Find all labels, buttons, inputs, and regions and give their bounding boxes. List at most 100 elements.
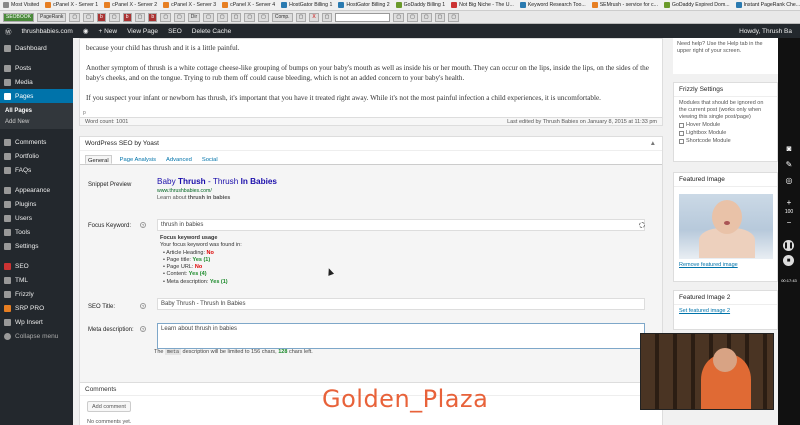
toolbar-icon-22[interactable]: ▢ (448, 12, 460, 22)
sidebar-item-pages[interactable]: Pages (0, 89, 73, 103)
bookmark-favicon-icon (519, 2, 526, 8)
seobook-button[interactable]: SEOBOOK (3, 12, 35, 22)
seo-title-input[interactable]: Baby Thrush - Thrush In Babies (157, 298, 645, 310)
toolbar-search-input[interactable] (335, 12, 391, 22)
toolbar-icon-2[interactable]: ▢ (83, 12, 94, 22)
toolbar-icon-1[interactable]: ▢ (69, 12, 81, 22)
meta-description-help-icon[interactable]: ? (140, 326, 146, 332)
frizzly-icon (4, 290, 11, 298)
sidebar-collapse-menu[interactable]: Collapse menu (0, 329, 73, 343)
focus-keyword-help-icon[interactable]: ? (140, 222, 146, 228)
page-editor-content[interactable]: because your child has thrush and it is … (79, 38, 663, 118)
yoast-box-header[interactable]: WordPress SEO by Yoast ▲ (80, 137, 662, 151)
toolbar-icon-19[interactable]: ▢ (407, 12, 418, 22)
toolbar-icon-9[interactable]: ▢ (174, 12, 185, 22)
new-link[interactable]: + New (93, 28, 122, 35)
sidebar-item-settings[interactable]: Settings (0, 239, 73, 253)
sidebar-item-faqs[interactable]: FAQs (0, 163, 73, 177)
toolbar-icon-16[interactable]: X (309, 12, 319, 22)
bookmark-item[interactable]: cPanel X - Server 1 (45, 2, 98, 8)
tab-general[interactable]: General (85, 155, 112, 164)
wp-insert-icon (4, 318, 11, 326)
camera-icon[interactable]: ◙ (782, 142, 796, 154)
focus-keyword-input[interactable]: thrush in babies (157, 219, 645, 231)
sidebar-item-srp-pro[interactable]: SRP PRO (0, 301, 73, 315)
remove-featured-image-link[interactable]: Remove featured image (679, 262, 772, 269)
sidebar-item-frizzly[interactable]: Frizzly (0, 287, 73, 301)
toolbar-icon-5[interactable]: b (122, 12, 132, 22)
submenu-all-pages[interactable]: All Pages (0, 105, 73, 116)
toolbar-icon-21[interactable]: ▢ (434, 12, 446, 22)
tab-social[interactable]: Social (200, 155, 220, 164)
bookmark-item[interactable]: GoDaddy Expired Dom... (663, 2, 730, 8)
sidebar-item-users[interactable]: Users (0, 211, 73, 225)
wordpress-logo-icon[interactable]: Ⓦ (0, 26, 17, 36)
toolbar-icon-3[interactable]: b (96, 12, 106, 22)
toolbar-icon-20[interactable]: ▢ (420, 12, 432, 22)
lightbox-module-checkbox[interactable]: Lightbox Module (679, 130, 772, 137)
toolbar-icon-18[interactable]: ▢ (393, 12, 405, 22)
bookmark-item[interactable]: cPanel X - Server 3 (163, 2, 216, 8)
toolbar-icon-15[interactable]: ▢ (295, 12, 307, 22)
sidebar-item-appearance[interactable]: Appearance (0, 183, 73, 197)
pagerank-button[interactable]: PageRank (37, 12, 67, 22)
toolbar-icon-12[interactable]: ▢ (230, 12, 242, 22)
bookmark-item[interactable]: cPanel X - Server 4 (222, 2, 275, 8)
toggle-arrow-icon[interactable]: ▲ (650, 140, 662, 147)
bookmark-item[interactable]: HostGator Billing 2 (338, 2, 390, 8)
zoom-out-icon[interactable]: − (782, 216, 796, 228)
toolbar-icon-6[interactable]: ▢ (134, 12, 146, 22)
howdy-user-link[interactable]: Howdy, Thrush Ba (734, 28, 800, 35)
shortcode-module-checkbox[interactable]: Shortcode Module (679, 138, 772, 145)
sidebar-item-portfolio[interactable]: Portfolio (0, 149, 73, 163)
site-name-link[interactable]: thrushbabies.com (17, 28, 78, 35)
tab-page-analysis[interactable]: Page Analysis (118, 155, 158, 164)
seo-title-help-icon[interactable]: ? (140, 303, 146, 309)
comp-button[interactable]: Comp. (271, 12, 293, 22)
featured-image-thumbnail[interactable] (679, 194, 773, 259)
seo-link[interactable]: SEO (163, 28, 187, 35)
bookmark-item[interactable]: SEMrush - service for c... (591, 2, 658, 8)
comments-icon[interactable]: ◉ (78, 27, 94, 35)
yoast-seo-box: WordPress SEO by Yoast ▲ General Page An… (79, 136, 663, 413)
toolbar-icon-11[interactable]: ▢ (216, 12, 228, 22)
dir-button[interactable]: Dir (187, 12, 201, 22)
sidebar-item-seo[interactable]: SEO (0, 259, 73, 273)
stop-icon[interactable]: ■ (783, 255, 794, 266)
tab-advanced[interactable]: Advanced (164, 155, 194, 164)
toolbar-icon-10[interactable]: ▢ (203, 12, 214, 22)
sidebar-item-comments[interactable]: Comments (0, 135, 73, 149)
bookmark-item[interactable]: Not Big Niche - The U... (451, 2, 514, 8)
hover-module-checkbox[interactable]: Hover Module (679, 122, 772, 129)
bookmark-item[interactable]: HostGator Billing 1 (281, 2, 332, 8)
bookmark-item[interactable]: GoDaddy Billing 1 (395, 2, 445, 8)
toolbar-icon-8[interactable]: ▢ (160, 12, 172, 22)
pencil-icon[interactable]: ✎ (782, 158, 796, 170)
submenu-add-new[interactable]: Add New (0, 116, 73, 127)
webcam-icon[interactable]: ◎ (782, 174, 796, 186)
sidebar-item-posts[interactable]: Posts (0, 61, 73, 75)
set-featured-image-2-link[interactable]: Set featured image 2 (679, 308, 772, 315)
bookmark-item[interactable]: Keyword Research Too... (519, 2, 586, 8)
meta-description-textarea[interactable]: Learn about thrush in babies (157, 323, 645, 349)
bookmark-item[interactable]: cPanel X - Server 2 (104, 2, 157, 8)
add-comment-button[interactable]: Add comment (87, 401, 131, 412)
focus-keyword-label: Focus Keyword: (88, 223, 132, 229)
toolbar-icon-7[interactable]: b (148, 12, 158, 22)
bookmark-item[interactable]: Instant PageRank Che... (735, 2, 800, 8)
pause-icon[interactable]: ❚❚ (783, 240, 794, 251)
delete-cache-link[interactable]: Delete Cache (187, 28, 236, 35)
toolbar-icon-17[interactable]: ▢ (321, 12, 333, 22)
sidebar-item-tml[interactable]: TML (0, 273, 73, 287)
sidebar-item-plugins[interactable]: Plugins (0, 197, 73, 211)
toolbar-icon-4[interactable]: ▢ (108, 12, 120, 22)
view-page-link[interactable]: View Page (122, 28, 163, 35)
toolbar-icon-14[interactable]: ▢ (258, 12, 269, 22)
bookmark-item[interactable]: Most Visited (3, 2, 39, 8)
admin-sidebar: Dashboard Posts Media Pages All Pages Ad… (0, 38, 73, 425)
toolbar-icon-13[interactable]: ▢ (244, 12, 256, 22)
sidebar-item-tools[interactable]: Tools (0, 225, 73, 239)
sidebar-item-dashboard[interactable]: Dashboard (0, 41, 73, 55)
sidebar-item-wp-insert[interactable]: Wp Insert (0, 315, 73, 329)
sidebar-item-media[interactable]: Media (0, 75, 73, 89)
